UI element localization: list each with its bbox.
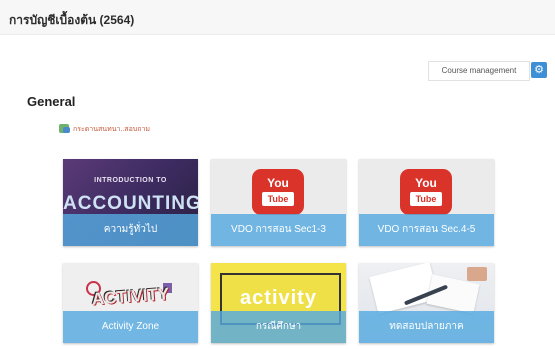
section-title: General [27, 94, 76, 109]
tile-activity-zone[interactable]: ACTIVITY Activity Zone [63, 263, 198, 343]
gear-icon[interactable]: ⚙ [531, 62, 547, 78]
forum-link[interactable]: กระดานสนทนา..สอบถาม [73, 124, 150, 135]
youtube-icon-text: Tube [262, 192, 294, 206]
tile-vdo-sec4-5[interactable]: You Tube VDO การสอน Sec.4-5 [359, 159, 494, 246]
course-header: การบัญชีเบื้องต้น (2564) [0, 0, 555, 35]
youtube-icon: You Tube [252, 169, 304, 215]
course-title: การบัญชีเบื้องต้น (2564) [9, 13, 135, 27]
tile-image-text: ACTIVITY [91, 284, 170, 309]
tile-final-exam[interactable]: ทดสอบปลายภาค [359, 263, 494, 343]
tile-image-text: INTRODUCTION TO [94, 177, 167, 184]
tile-vdo-sec1-3[interactable]: You Tube VDO การสอน Sec1-3 [211, 159, 346, 246]
tile-image-text: activity [240, 287, 317, 309]
course-management-button[interactable]: Course management [428, 61, 530, 81]
youtube-icon-text: You [415, 176, 437, 190]
cup-icon [467, 267, 487, 281]
youtube-icon-text: You [267, 176, 289, 190]
tile-case-study[interactable]: activity กรณีศึกษา [211, 263, 346, 343]
youtube-icon-text: Tube [410, 192, 442, 206]
forum-icon [59, 124, 70, 133]
tile-label: VDO การสอน Sec.4-5 [359, 214, 494, 246]
paper-icon [369, 263, 439, 314]
tile-label: VDO การสอน Sec1-3 [211, 214, 346, 246]
youtube-icon: You Tube [400, 169, 452, 215]
tile-label: กรณีศึกษา [211, 311, 346, 343]
tile-label: ทดสอบปลายภาค [359, 311, 494, 343]
tile-general-knowledge[interactable]: INTRODUCTION TO ACCOUNTING ความรู้ทั่วไป [63, 159, 198, 246]
tile-label: Activity Zone [63, 311, 198, 343]
tile-label: ความรู้ทั่วไป [63, 214, 198, 246]
tile-image-text: ACCOUNTING [63, 193, 198, 214]
